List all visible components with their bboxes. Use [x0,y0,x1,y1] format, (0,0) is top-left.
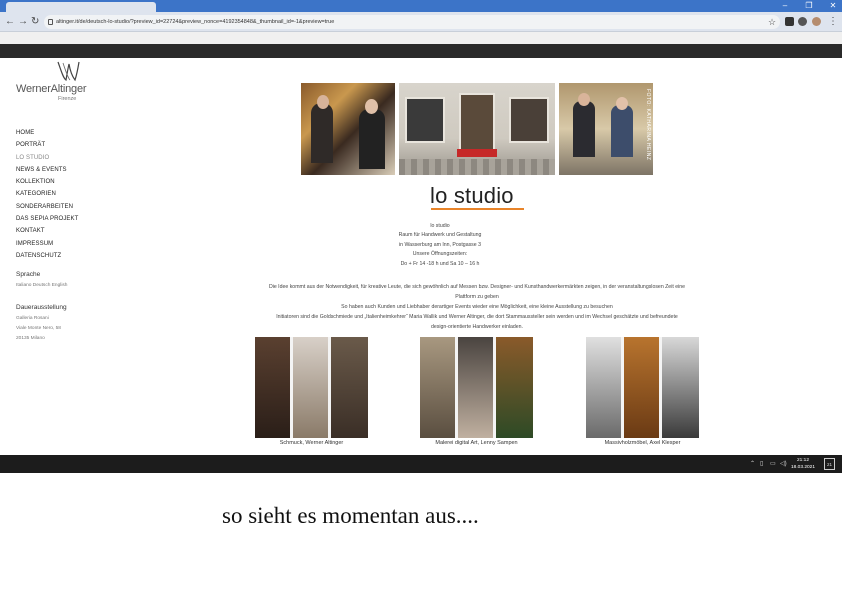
sidebar-nav: HOME PORTRÄT LO STUDIO NEWS & EVENTS KOL… [16,127,78,262]
notification-icon[interactable]: 21 [824,458,835,470]
exhibition-line: 20135 Milano [16,336,45,341]
nav-item-kategorien[interactable]: KATEGORIEN [16,188,78,200]
photo-jewelry-artist [255,337,368,438]
bookmark-star-icon[interactable]: ☆ [768,15,776,29]
address-bar[interactable]: altinger.it/de/deutsch-lo-studio/?previe… [44,15,780,29]
nav-item-portraet[interactable]: PORTRÄT [16,139,78,151]
photo-furniture [586,337,699,438]
close-button[interactable]: ✕ [828,0,838,12]
studio-info: lo studio Raum für Handwerk und Gestaltu… [300,222,580,269]
page-title: lo studio [430,183,514,208]
info-line: in Wasserburg am Inn, Postgasse 3 [399,241,481,248]
language-links[interactable]: Italiano Deutsch English [16,281,67,291]
logo-subtitle: Firenze [58,96,77,102]
photo-shop-front [399,83,555,175]
taskbar-clock[interactable]: 21:12 18.03.2021 [786,457,820,471]
caption-furniture: Massivholzmöbel, Axel Klesper [604,440,681,446]
browser-tab[interactable] [6,2,156,12]
desc-line: Plattform zu geben [455,294,499,300]
language-heading: Sprache [16,271,41,278]
logo-text[interactable]: WernerAltinger [16,83,87,95]
info-line: Unsere Öffnungszeiten: [412,251,468,258]
admin-bar [0,44,842,58]
nav-item-sonderarbeiten[interactable]: SONDERARBEITEN [16,201,78,213]
nav-item-impressum[interactable]: IMPRESSUM [16,238,78,250]
desc-line: design-orientierte Handwerker einladen. [431,324,523,330]
info-line: Do + Fr 14 -18 h und Sa 10 – 16 h [400,260,480,267]
url-text: altinger.it/de/deutsch-lo-studio/?previe… [56,19,335,25]
caption-jewelry: Schmuck, Werner Altinger [279,440,344,446]
nav-item-kollektion[interactable]: KOLLEKTION [16,176,78,188]
desc-line: Die Idee kommt aus der Notwendigkeit, fü… [268,284,686,290]
nav-item-kontakt[interactable]: KONTAKT [16,225,78,237]
logo-mark-icon [57,61,80,82]
browser-toolbar: ← → ↻ altinger.it/de/deutsch-lo-studio/?… [0,12,842,32]
info-line: lo studio [430,223,450,229]
window-controls: – ❐ ✕ [780,0,838,12]
notification-count: 21 [826,462,832,467]
back-icon[interactable]: ← [5,15,15,29]
forward-icon[interactable]: → [18,15,28,29]
maximize-button[interactable]: ❐ [804,0,814,12]
minimize-button[interactable]: – [780,0,790,12]
nav-item-lo-studio[interactable]: LO STUDIO [16,152,78,164]
nav-item-news-events[interactable]: NEWS & EVENTS [16,164,78,176]
clock-time: 21:12 [796,458,809,463]
photo-digital-art [420,337,533,438]
desc-line: Initiatoren sind die Goldschmiede und „I… [276,314,678,320]
desc-line: So haben auch Kunden und Liebhaber derar… [341,304,613,310]
photo-credit: FOTO: KATHARINA HEINZ [645,89,651,161]
profile-avatar-icon[interactable] [812,17,821,26]
browser-screen: – ❐ ✕ ← → ↻ altinger.it/de/deutsch-lo-st… [0,0,842,473]
reload-icon[interactable]: ↻ [31,15,39,29]
photo-window-people: FOTO: KATHARINA HEINZ [559,83,653,175]
lock-icon [48,19,53,25]
windows-taskbar: ⌃ ▯ ▭ ◁) 21:12 18.03.2021 21 [0,455,842,473]
battery-icon[interactable]: ▯ [760,455,763,473]
clock-date: 18.03.2021 [790,465,815,470]
image-caption: so sieht es momentan aus.... [222,503,479,528]
title-underline [431,208,524,210]
puzzle-icon[interactable] [798,17,807,26]
exhibition-heading: Dauerausstellung [16,304,67,311]
window-titlebar: – ❐ ✕ [0,0,842,12]
nav-item-datenschutz[interactable]: DATENSCHUTZ [16,250,78,262]
exhibition-line: Viale Monte Nero, 58 [16,326,61,331]
caption-digital-art: Malerei digital Art, Lenny Sampen [435,440,518,446]
menu-icon[interactable]: ⋮ [828,15,838,29]
network-icon[interactable]: ▭ [770,455,776,473]
tray-chevron-icon[interactable]: ⌃ [750,455,755,473]
exhibition-line: Galleria Rosani [16,316,49,321]
nav-item-home[interactable]: HOME [16,127,78,139]
page-top-strip [0,32,842,44]
studio-description: Die Idee kommt aus der Notwendigkeit, fü… [232,282,722,332]
extension-icon[interactable] [785,17,794,26]
nav-item-sepia-projekt[interactable]: DAS SEPIA PROJEKT [16,213,78,225]
photo-people-studio [301,83,395,175]
info-line: Raum für Handwerk und Gestaltung [398,232,482,239]
